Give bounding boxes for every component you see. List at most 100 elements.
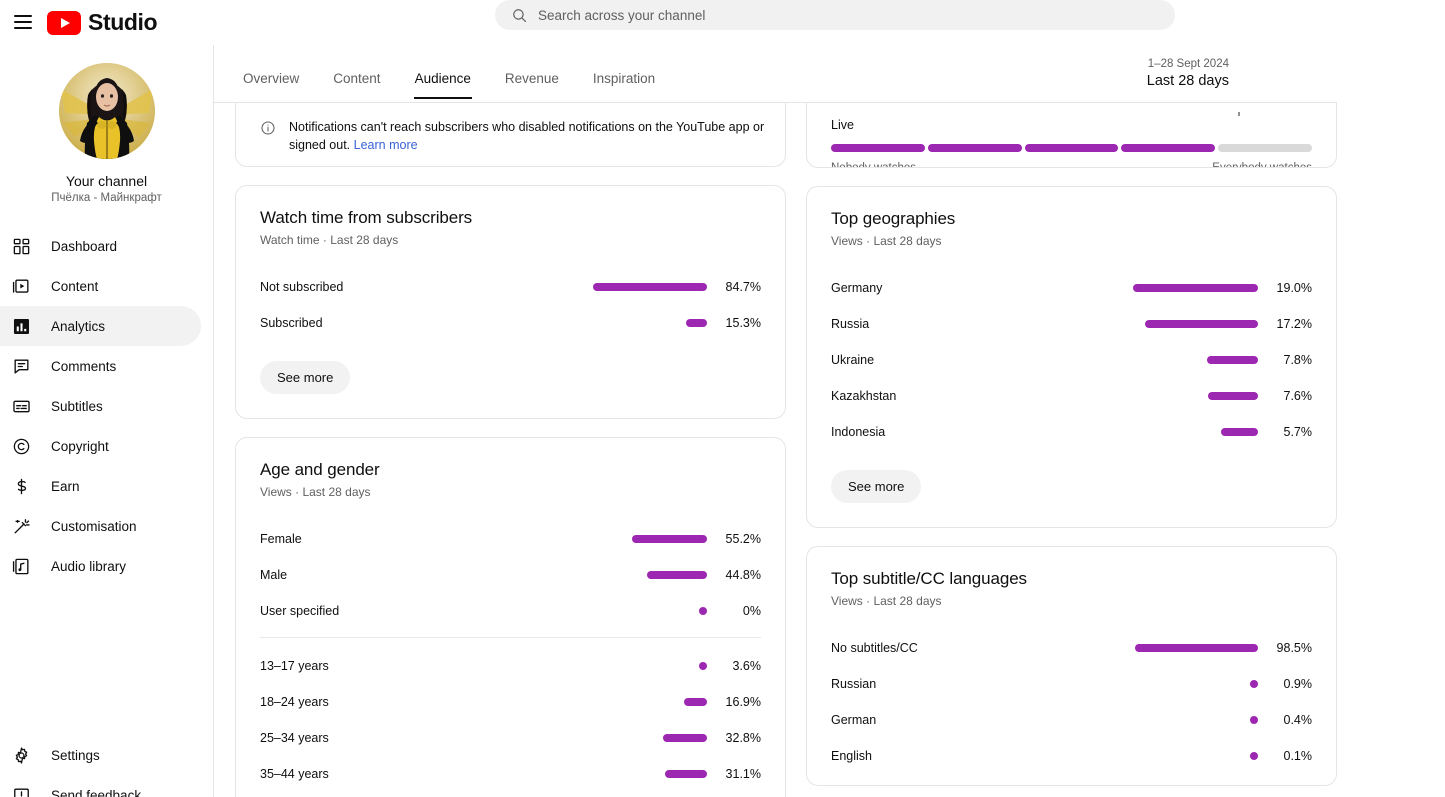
live-label: Live xyxy=(831,118,1312,132)
tab-inspiration[interactable]: Inspiration xyxy=(593,71,655,99)
sidebar-item-label: Subtitles xyxy=(51,399,103,414)
card-title: Top geographies xyxy=(831,209,1312,229)
right-column: Live Nobody watches Everybody watches xyxy=(806,103,1337,797)
row-value: 84.7% xyxy=(719,280,761,294)
row-label: User specified xyxy=(260,604,560,618)
sidebar-item-label: Send feedback xyxy=(51,788,141,797)
row-value: 32.8% xyxy=(719,731,761,745)
live-segment xyxy=(1218,144,1312,152)
sidebar-item-copyright[interactable]: Copyright xyxy=(0,426,201,466)
sidebar-item-settings[interactable]: Settings xyxy=(0,735,202,775)
see-more-button[interactable]: See more xyxy=(260,361,350,394)
live-high-label: Everybody watches xyxy=(1212,162,1312,168)
sidebar-item-customisation[interactable]: Customisation xyxy=(0,506,201,546)
row-bar-track xyxy=(1133,680,1258,688)
analytics-icon xyxy=(9,314,33,338)
row-value: 0.1% xyxy=(1270,749,1312,763)
sidebar-item-dashboard[interactable]: Dashboard xyxy=(0,226,201,266)
avatar[interactable] xyxy=(59,63,155,159)
row-bar-fill xyxy=(1250,680,1258,688)
card-title: Top subtitle/CC languages xyxy=(831,569,1312,589)
sidebar-item-analytics[interactable]: Analytics xyxy=(0,306,201,346)
card-title: Watch time from subscribers xyxy=(260,208,761,228)
table-row: English 0.1% xyxy=(831,738,1312,774)
top-geographies-card: Top geographies Views · Last 28 days Ger… xyxy=(806,186,1337,528)
table-row: Male 44.8% xyxy=(260,557,761,593)
divider xyxy=(260,637,761,638)
sidebar-item-send-feedback[interactable]: Send feedback xyxy=(0,775,202,797)
date-range-label: Last 28 days xyxy=(1147,73,1229,89)
row-bar-fill xyxy=(686,319,707,327)
sidebar-item-label: Content xyxy=(51,279,98,294)
row-bar-fill xyxy=(1133,284,1258,292)
analytics-tabs-bar: Overview Content Audience Revenue Inspir… xyxy=(214,45,1337,103)
hamburger-menu-icon[interactable] xyxy=(6,5,40,39)
live-segment xyxy=(1121,144,1215,152)
card-subtitle: Views · Last 28 days xyxy=(260,485,761,499)
live-axis-labels: Nobody watches Everybody watches xyxy=(831,162,1312,168)
see-more-button[interactable]: See more xyxy=(831,470,921,503)
row-bar-track xyxy=(572,770,707,778)
youtube-studio-logo[interactable]: Studio xyxy=(47,0,157,45)
tab-content[interactable]: Content xyxy=(333,71,380,99)
sidebar-item-subtitles[interactable]: Subtitles xyxy=(0,386,201,426)
row-bar-fill xyxy=(1145,320,1258,328)
copyright-icon xyxy=(9,434,33,458)
learn-more-link[interactable]: Learn more xyxy=(354,138,418,152)
watch-time-from-subscribers-card: Watch time from subscribers Watch time ·… xyxy=(235,185,786,419)
left-column: Notifications can't reach subscribers wh… xyxy=(235,103,786,797)
row-label: Male xyxy=(260,568,560,582)
card-subtitle: Watch time · Last 28 days xyxy=(260,233,761,247)
row-label: Female xyxy=(260,532,560,546)
age-and-gender-card: Age and gender Views · Last 28 days Fema… xyxy=(235,437,786,797)
channel-title: Your channel xyxy=(0,173,213,189)
comments-icon xyxy=(9,354,33,378)
gear-icon xyxy=(9,743,33,767)
studio-wordmark: Studio xyxy=(88,9,157,36)
row-bar-fill xyxy=(665,770,707,778)
chevron-down-icon[interactable] xyxy=(1238,112,1240,116)
feedback-icon xyxy=(9,783,33,797)
sidebar-item-audio-library[interactable]: Audio library xyxy=(0,546,201,586)
row-bar-fill xyxy=(593,283,707,291)
age-rows: 13–17 years 3.6% 18–24 years 16.9% 25–34… xyxy=(260,648,761,792)
row-value: 15.3% xyxy=(719,316,761,330)
gender-rows: Female 55.2% Male 44.8% User specified xyxy=(260,521,761,629)
date-range-detail: 1–28 Sept 2024 xyxy=(1147,58,1229,70)
sidebar-item-earn[interactable]: Earn xyxy=(0,466,201,506)
row-bar-track xyxy=(1133,284,1258,292)
live-segment xyxy=(1025,144,1119,152)
audio-library-icon xyxy=(9,554,33,578)
sidebar-item-label: Earn xyxy=(51,479,80,494)
top-subtitle-languages-card: Top subtitle/CC languages Views · Last 2… xyxy=(806,546,1337,786)
live-segment xyxy=(831,144,925,152)
tab-overview[interactable]: Overview xyxy=(243,71,299,99)
channel-name: Пчёлка - Майнкрафт xyxy=(0,192,213,204)
row-value: 0.4% xyxy=(1270,713,1312,727)
row-value: 19.0% xyxy=(1270,281,1312,295)
date-range-selector[interactable]: 1–28 Sept 2024 Last 28 days xyxy=(1147,58,1229,89)
row-label: Russian xyxy=(831,677,1121,691)
sidebar-item-label: Dashboard xyxy=(51,239,117,254)
row-value: 98.5% xyxy=(1270,641,1312,655)
row-value: 44.8% xyxy=(719,568,761,582)
tab-audience[interactable]: Audience xyxy=(415,71,471,99)
row-label: Subscribed xyxy=(260,316,560,330)
geographies-rows: Germany 19.0% Russia 17.2% Ukraine xyxy=(831,270,1312,450)
table-row: Female 55.2% xyxy=(260,521,761,557)
sidebar-item-comments[interactable]: Comments xyxy=(0,346,201,386)
row-bar-track xyxy=(572,662,707,670)
sidebar-bottom-nav: Settings Send feedback xyxy=(0,735,214,797)
sidebar-item-label: Customisation xyxy=(51,519,137,534)
sidebar-item-label: Comments xyxy=(51,359,116,374)
row-label: 35–44 years xyxy=(260,767,560,781)
sidebar-nav: Dashboard Content Analytics xyxy=(0,226,213,586)
table-row: Russia 17.2% xyxy=(831,306,1312,342)
tab-revenue[interactable]: Revenue xyxy=(505,71,559,99)
row-bar-fill xyxy=(647,571,707,579)
row-value: 17.2% xyxy=(1270,317,1312,331)
search-input[interactable]: Search across your channel xyxy=(495,0,1175,30)
watch-time-rows: Not subscribed 84.7% Subscribed 15.3% xyxy=(260,269,761,341)
row-value: 0% xyxy=(719,604,761,618)
sidebar-item-content[interactable]: Content xyxy=(0,266,201,306)
